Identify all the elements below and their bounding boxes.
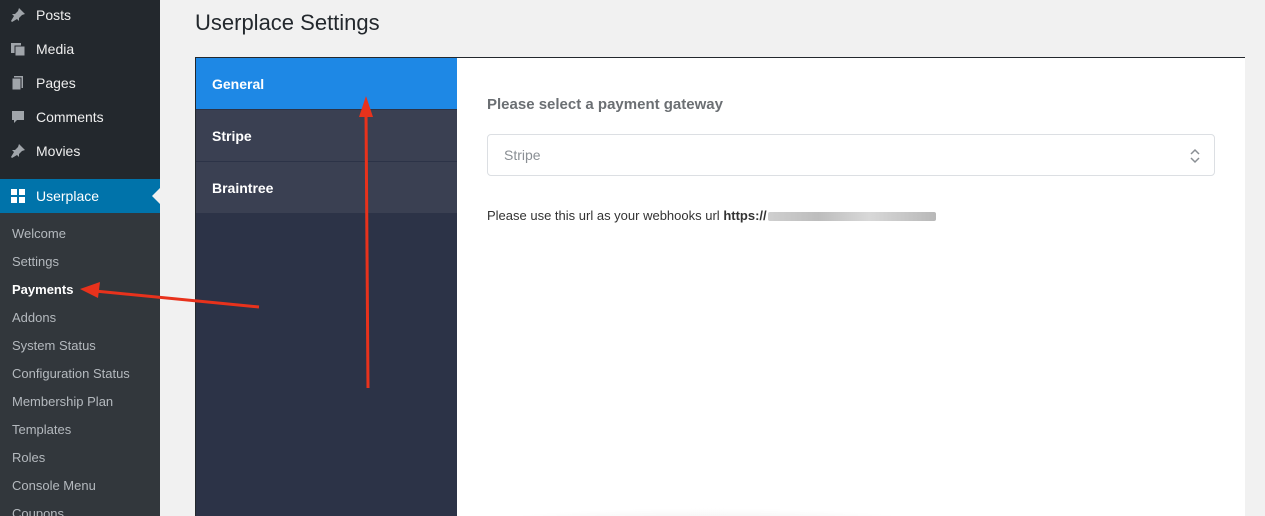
settings-tabs: General Stripe Braintree	[196, 58, 457, 516]
menu-label: Media	[36, 41, 75, 57]
media-icon	[0, 41, 36, 57]
payment-gateway-select[interactable]: Stripe	[487, 134, 1215, 176]
grid-icon	[0, 188, 36, 204]
menu-item-userplace[interactable]: Userplace	[0, 179, 160, 213]
webhook-url: https://	[723, 208, 767, 223]
submenu-item-settings[interactable]: Settings	[12, 252, 59, 272]
tab-braintree[interactable]: Braintree	[196, 162, 457, 214]
gateway-selected-value: Stripe	[504, 147, 541, 163]
menu-label: Userplace	[36, 188, 100, 204]
pages-icon	[0, 75, 36, 91]
submenu-item-payments[interactable]: Payments	[12, 280, 73, 300]
menu-label: Posts	[36, 7, 72, 23]
menu-item-pages[interactable]: Pages	[0, 66, 160, 100]
menu-label: Pages	[36, 75, 76, 91]
tab-general[interactable]: General	[196, 58, 457, 110]
menu-item-comments[interactable]: Comments	[0, 100, 160, 134]
general-settings-content: Please select a payment gateway Stripe P…	[457, 58, 1245, 516]
tab-stripe[interactable]: Stripe	[196, 110, 457, 162]
menu-item-media[interactable]: Media	[0, 32, 160, 66]
chevron-up-down-icon	[1190, 148, 1200, 164]
admin-sidebar: Posts Media Pages Comments Movies Userpl…	[0, 0, 160, 516]
submenu-item-welcome[interactable]: Welcome	[12, 224, 66, 244]
menu-label: Movies	[36, 143, 81, 159]
comment-icon	[0, 109, 36, 125]
menu-item-posts[interactable]: Posts	[0, 0, 160, 32]
pin-icon	[0, 143, 36, 159]
menu-label: Comments	[36, 109, 104, 125]
submenu-item-templates[interactable]: Templates	[12, 420, 71, 440]
settings-panel: General Stripe Braintree Please select a…	[195, 57, 1245, 516]
pin-icon	[0, 7, 36, 23]
current-indicator	[152, 188, 160, 204]
menu-item-movies[interactable]: Movies	[0, 134, 160, 168]
submenu-item-addons[interactable]: Addons	[12, 308, 56, 328]
gateway-label: Please select a payment gateway	[487, 96, 723, 113]
submenu-item-roles[interactable]: Roles	[12, 448, 45, 468]
page-title: Userplace Settings	[195, 10, 380, 35]
userplace-submenu: Welcome Settings Payments Addons System …	[0, 213, 160, 516]
webhook-info: Please use this url as your webhooks url…	[487, 208, 936, 223]
submenu-item-system-status[interactable]: System Status	[12, 336, 96, 356]
submenu-item-console-menu[interactable]: Console Menu	[12, 476, 96, 496]
redacted-url-blur	[767, 212, 936, 222]
submenu-item-coupons[interactable]: Coupons	[12, 504, 64, 516]
submenu-item-configuration-status[interactable]: Configuration Status	[12, 364, 130, 384]
webhook-text: Please use this url as your webhooks url	[487, 208, 720, 223]
submenu-item-membership-plan[interactable]: Membership Plan	[12, 392, 113, 412]
shadow	[457, 508, 957, 516]
